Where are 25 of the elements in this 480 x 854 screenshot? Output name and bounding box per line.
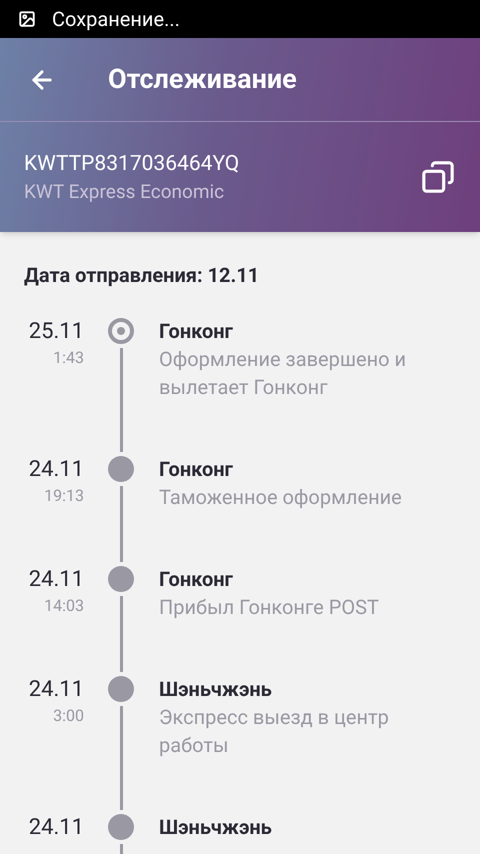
- tracking-number: KWTTP8317036464YQ: [24, 151, 240, 178]
- event-description: Оформление завершено и вылетает Гонконг: [159, 346, 408, 401]
- event-time: 1:43: [53, 347, 84, 369]
- departure-date: Дата отправления: 12.11: [24, 262, 260, 289]
- event-place: Гонконг: [159, 566, 234, 593]
- event-place: Шэньчжэнь: [159, 676, 273, 703]
- copy-icon: [421, 160, 455, 194]
- event-date: 25.11: [28, 318, 84, 346]
- event-date: 24.11: [28, 566, 84, 594]
- event-date: 24.11: [28, 676, 84, 704]
- screen-title: Отслеживание: [108, 62, 297, 98]
- event-date: 24.11: [28, 814, 84, 842]
- event-description: Прибыл Гонконге POST: [159, 594, 379, 621]
- service-name: KWT Express Economic: [24, 179, 226, 205]
- event-description: Экспресс выезд в центр работы: [159, 704, 390, 759]
- event-place: Гонконг: [159, 318, 234, 345]
- event-description: Таможенное оформление: [159, 484, 402, 511]
- event-time: 14:03: [44, 595, 84, 617]
- image-icon: [18, 10, 36, 28]
- event-time: 3:00: [53, 705, 84, 727]
- event-place: Шэньчжэнь: [159, 814, 272, 841]
- event-time: 19:13: [44, 485, 84, 507]
- event-date: 24.11: [28, 456, 84, 484]
- event-place: Гонконг: [159, 456, 234, 483]
- status-text: Сохранение...: [52, 6, 180, 33]
